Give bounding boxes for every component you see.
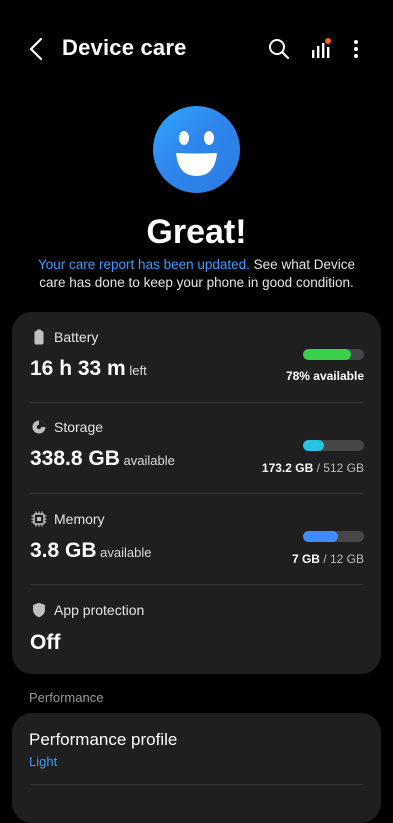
memory-bar bbox=[303, 531, 364, 542]
stats-button[interactable] bbox=[306, 34, 336, 64]
storage-label: Storage bbox=[54, 419, 104, 435]
back-button[interactable] bbox=[22, 34, 52, 64]
battery-time-value: 16 h 33 m bbox=[30, 357, 126, 380]
battery-available: 78% available bbox=[286, 369, 364, 383]
search-button[interactable] bbox=[264, 34, 294, 64]
memory-bar-fill bbox=[303, 531, 339, 542]
battery-time-left: 16 h 33 m left bbox=[30, 357, 147, 381]
storage-total: / 512 GB bbox=[313, 461, 364, 475]
notification-dot bbox=[325, 38, 331, 44]
device-status-card: Battery 16 h 33 m left 78% available Sto… bbox=[12, 312, 381, 674]
back-icon bbox=[29, 37, 43, 61]
divider bbox=[30, 784, 363, 785]
search-icon bbox=[269, 39, 290, 60]
battery-label: Battery bbox=[54, 329, 99, 345]
memory-label: Memory bbox=[54, 511, 105, 527]
stats-icon bbox=[312, 38, 331, 58]
battery-bar bbox=[303, 349, 364, 360]
care-report-link[interactable]: Your care report has been updated. bbox=[38, 257, 250, 272]
storage-icon bbox=[31, 419, 47, 435]
memory-unit: available bbox=[96, 545, 152, 560]
more-options-button[interactable] bbox=[341, 34, 371, 64]
memory-total: / 12 GB bbox=[319, 552, 364, 566]
storage-value: 338.8 GB bbox=[30, 447, 120, 470]
app-protection-row[interactable]: App protection Off bbox=[12, 585, 381, 674]
battery-bar-fill bbox=[303, 349, 351, 360]
battery-available-text: 78% available bbox=[285, 369, 364, 383]
storage-available: 338.8 GB available bbox=[30, 447, 175, 471]
memory-value: 3.8 GB bbox=[30, 539, 97, 562]
smiley-face-icon bbox=[153, 106, 240, 193]
performance-section-label: Performance bbox=[29, 690, 104, 705]
performance-profile-value: Light bbox=[29, 754, 58, 769]
app-protection-label: App protection bbox=[54, 602, 145, 618]
status-description: Your care report has been updated. See w… bbox=[24, 256, 369, 292]
storage-used: 173.2 GB bbox=[261, 461, 314, 475]
memory-available: 3.8 GB available bbox=[30, 539, 151, 563]
battery-icon bbox=[31, 329, 47, 345]
status-headline: Great! bbox=[146, 213, 247, 251]
memory-usage: 7 GB / 12 GB bbox=[292, 552, 364, 566]
memory-row[interactable]: Memory 3.8 GB available 7 GB / 12 GB bbox=[12, 494, 381, 584]
performance-profile-title: Performance profile bbox=[29, 730, 178, 749]
battery-time-unit: left bbox=[125, 363, 147, 378]
memory-used: 7 GB bbox=[291, 552, 320, 566]
page-title: Device care bbox=[62, 35, 187, 60]
app-protection-value: Off bbox=[30, 631, 61, 654]
storage-bar bbox=[303, 440, 364, 451]
more-icon bbox=[354, 40, 358, 58]
top-app-bar: Device care bbox=[0, 0, 393, 100]
shield-icon bbox=[31, 602, 47, 618]
battery-row[interactable]: Battery 16 h 33 m left 78% available bbox=[12, 312, 381, 402]
memory-icon bbox=[31, 511, 47, 527]
performance-profile-card[interactable]: Performance profile Light bbox=[12, 713, 381, 823]
storage-usage: 173.2 GB / 512 GB bbox=[262, 461, 364, 475]
storage-row[interactable]: Storage 338.8 GB available 173.2 GB / 51… bbox=[12, 403, 381, 493]
storage-bar-fill bbox=[303, 440, 324, 451]
storage-unit: available bbox=[119, 453, 175, 468]
